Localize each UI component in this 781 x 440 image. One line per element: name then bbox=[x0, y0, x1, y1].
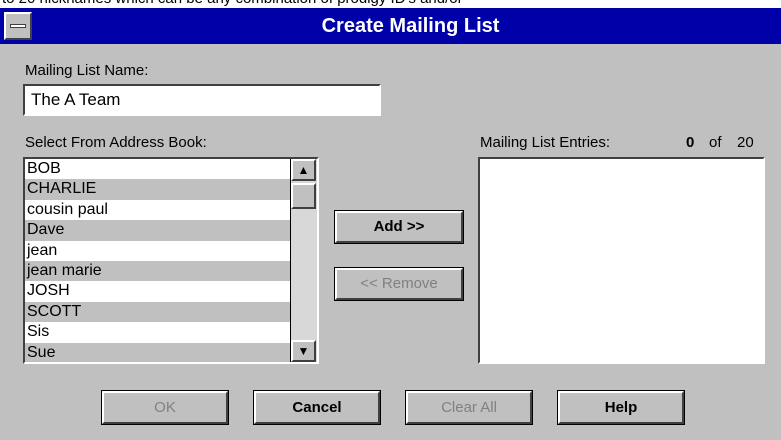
ok-button[interactable]: OK bbox=[101, 390, 229, 425]
address-book-list[interactable]: BOB CHARLIE cousin paul Dave jean jean marie J… bbox=[23, 157, 319, 364]
entries-max: 20 bbox=[737, 134, 754, 151]
arrow-up-icon: ▲ bbox=[297, 163, 310, 177]
mailing-list-entries-list[interactable] bbox=[478, 157, 765, 364]
scroll-up-button[interactable]: ▲ bbox=[291, 159, 316, 181]
address-book-item[interactable]: BOB bbox=[25, 159, 291, 179]
address-book-item[interactable]: Dave bbox=[25, 220, 291, 241]
address-book-scrollbar[interactable]: ▲ ▼ bbox=[290, 159, 317, 362]
add-button[interactable]: Add >> bbox=[334, 210, 464, 244]
address-book-item[interactable]: SCOTT bbox=[25, 301, 291, 323]
entries-count: 0 bbox=[686, 134, 695, 151]
scroll-down-button[interactable]: ▼ bbox=[291, 340, 316, 362]
clipped-header-text: to 20 nicknames which can be any combina… bbox=[0, 0, 781, 8]
address-book-item[interactable]: Sue bbox=[25, 342, 291, 362]
address-book-item[interactable]: CHARLIE bbox=[25, 179, 291, 200]
entries-of-label: of bbox=[709, 134, 722, 151]
arrow-down-icon: ▼ bbox=[297, 344, 310, 358]
remove-button[interactable]: << Remove bbox=[334, 267, 464, 301]
scroll-thumb[interactable] bbox=[291, 183, 316, 209]
mailing-list-entries-label: Mailing List Entries: bbox=[480, 134, 611, 151]
mailing-list-name-input[interactable]: The A Team bbox=[23, 84, 381, 116]
address-book-item[interactable]: Sis bbox=[25, 322, 291, 342]
address-book-item[interactable]: jean marie bbox=[25, 260, 291, 282]
address-book-label: Select From Address Book: bbox=[25, 134, 207, 151]
help-button[interactable]: Help bbox=[557, 390, 685, 425]
cancel-button[interactable]: Cancel bbox=[253, 390, 381, 425]
window-title: Create Mailing List bbox=[321, 15, 500, 37]
address-book-item[interactable]: JOSH bbox=[25, 281, 291, 301]
address-book-item[interactable]: cousin paul bbox=[25, 200, 291, 220]
address-book-item[interactable]: jean bbox=[25, 241, 291, 261]
clear-all-button[interactable]: Clear All bbox=[405, 390, 533, 425]
mailing-list-name-label: Mailing List Name: bbox=[25, 62, 149, 79]
